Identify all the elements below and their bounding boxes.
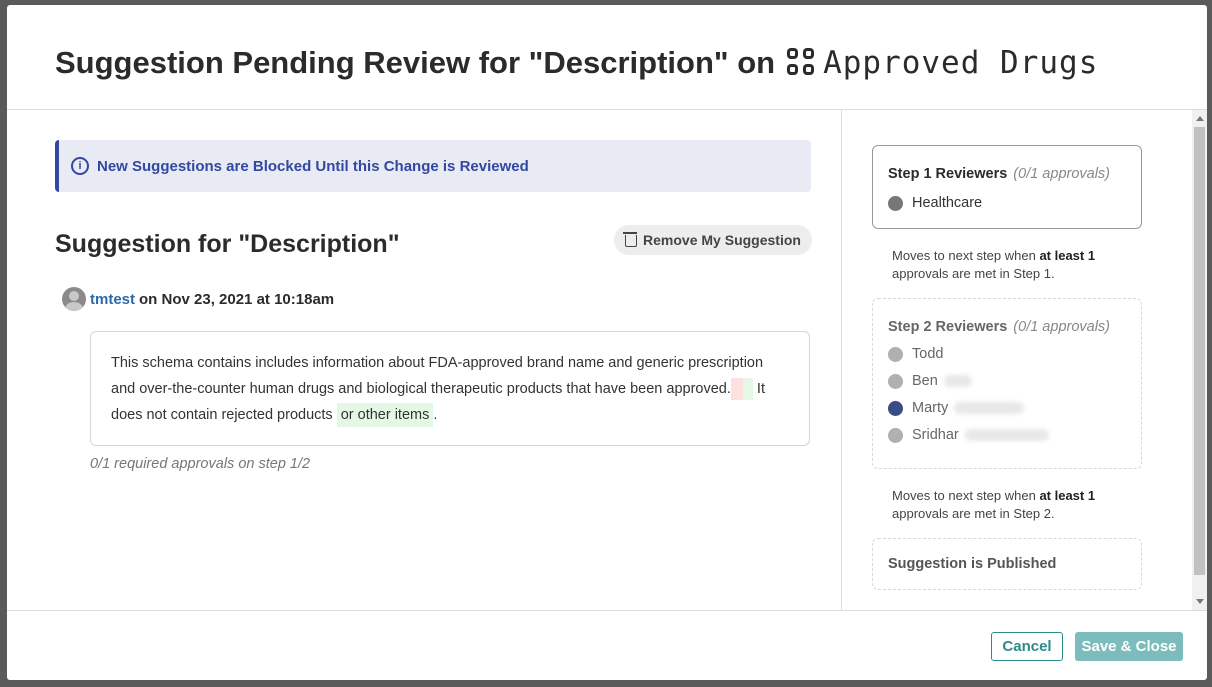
blocked-banner: i New Suggestions are Blocked Until this… [55,140,811,192]
reviewer-name: Ben [912,373,938,389]
step-2-title-text: Step 2 Reviewers [888,319,1008,335]
reviewer-name: Sridhar [912,427,959,443]
scroll-up-icon[interactable] [1196,116,1204,121]
grid-icon [787,48,817,78]
reviewer-name: Healthcare [912,195,983,211]
reviewer-healthcare: Healthcare [888,195,1126,211]
note-text: approvals are met in Step 1. [892,266,1055,281]
review-steps-panel: Step 1 Reviewers (0/1 approvals) Healthca… [842,110,1192,610]
step-2-note: Moves to next step when at least 1 appro… [892,487,1132,523]
user-icon [888,373,903,389]
author-row: tmtest on Nov 23, 2021 at 10:18am [62,287,334,311]
cancel-button[interactable]: Cancel [991,632,1063,661]
author-link[interactable]: tmtest [90,291,135,308]
note-bold: at least 1 [1039,248,1096,263]
asset-name: Approved Drugs [823,45,1099,81]
diff-text-end: . [433,407,438,423]
reviewer-sridhar: Sridhar [888,427,1126,443]
note-text: Moves to next step when [892,488,1036,503]
modal-title: Suggestion Pending Review for "Descripti… [55,45,1098,81]
redacted-surname [954,402,1025,414]
diff-insertion: or other items [336,403,434,427]
note-text: Moves to next step when [892,248,1036,263]
suggestion-panel: i New Suggestions are Blocked Until this… [7,110,841,610]
suggestion-review-modal: Suggestion Pending Review for "Descripti… [7,5,1207,680]
reviewer-todd: Todd [888,346,1126,362]
step-1-count: (0/1 approvals) [1013,166,1111,182]
avatar [62,287,86,311]
diff-insertion-space [742,378,753,401]
modal-title-prefix: Suggestion Pending Review for "Descripti… [55,45,776,80]
approvals-status: 0/1 required approvals on step 1/2 [90,456,311,472]
trash-icon [623,232,638,247]
reviewer-name: Marty [912,400,949,416]
scroll-thumb[interactable] [1194,127,1205,575]
suggestion-diff: This schema contains includes informatio… [90,331,810,446]
diff-text-unchanged: This schema contains includes informatio… [111,355,764,397]
step-1-title-text: Step 1 Reviewers [888,166,1008,182]
reviewer-marty: Marty [888,400,1126,416]
user-photo-icon [888,400,903,416]
suggestion-heading: Suggestion for "Description" [55,230,400,258]
redacted-surname [943,375,972,387]
reviewer-ben: Ben [888,373,1126,389]
remove-suggestion-button[interactable]: Remove My Suggestion [614,225,812,255]
modal-header: Suggestion Pending Review for "Descripti… [7,5,1207,110]
remove-suggestion-label: Remove My Suggestion [643,232,801,248]
step-1-title: Step 1 Reviewers (0/1 approvals) [888,166,1126,182]
published-step: Suggestion is Published [872,538,1142,590]
user-icon [888,346,903,362]
step-2-title: Step 2 Reviewers (0/1 approvals) [888,319,1126,335]
step-1-note: Moves to next step when at least 1 appro… [892,247,1132,283]
user-icon [888,427,903,443]
step-1-card: Step 1 Reviewers (0/1 approvals) Healthca… [872,145,1142,229]
modal-footer: Cancel Save & Close [7,610,1207,680]
reviewer-name: Todd [912,346,944,362]
suggestion-date: on Nov 23, 2021 at 10:18am [139,290,335,308]
banner-text: New Suggestions are Blocked Until this C… [97,157,529,175]
note-bold: at least 1 [1039,488,1096,503]
info-icon: i [71,157,89,175]
step-2-count: (0/1 approvals) [1013,319,1111,335]
redacted-surname [964,429,1049,441]
step-2-card: Step 2 Reviewers (0/1 approvals) Todd Ben… [872,298,1142,469]
note-text: approvals are met in Step 2. [892,506,1055,521]
diff-deletion [730,378,743,401]
group-icon [888,195,903,211]
scroll-down-icon[interactable] [1196,599,1204,604]
scrollbar[interactable] [1192,110,1207,610]
save-close-button[interactable]: Save & Close [1075,632,1183,661]
